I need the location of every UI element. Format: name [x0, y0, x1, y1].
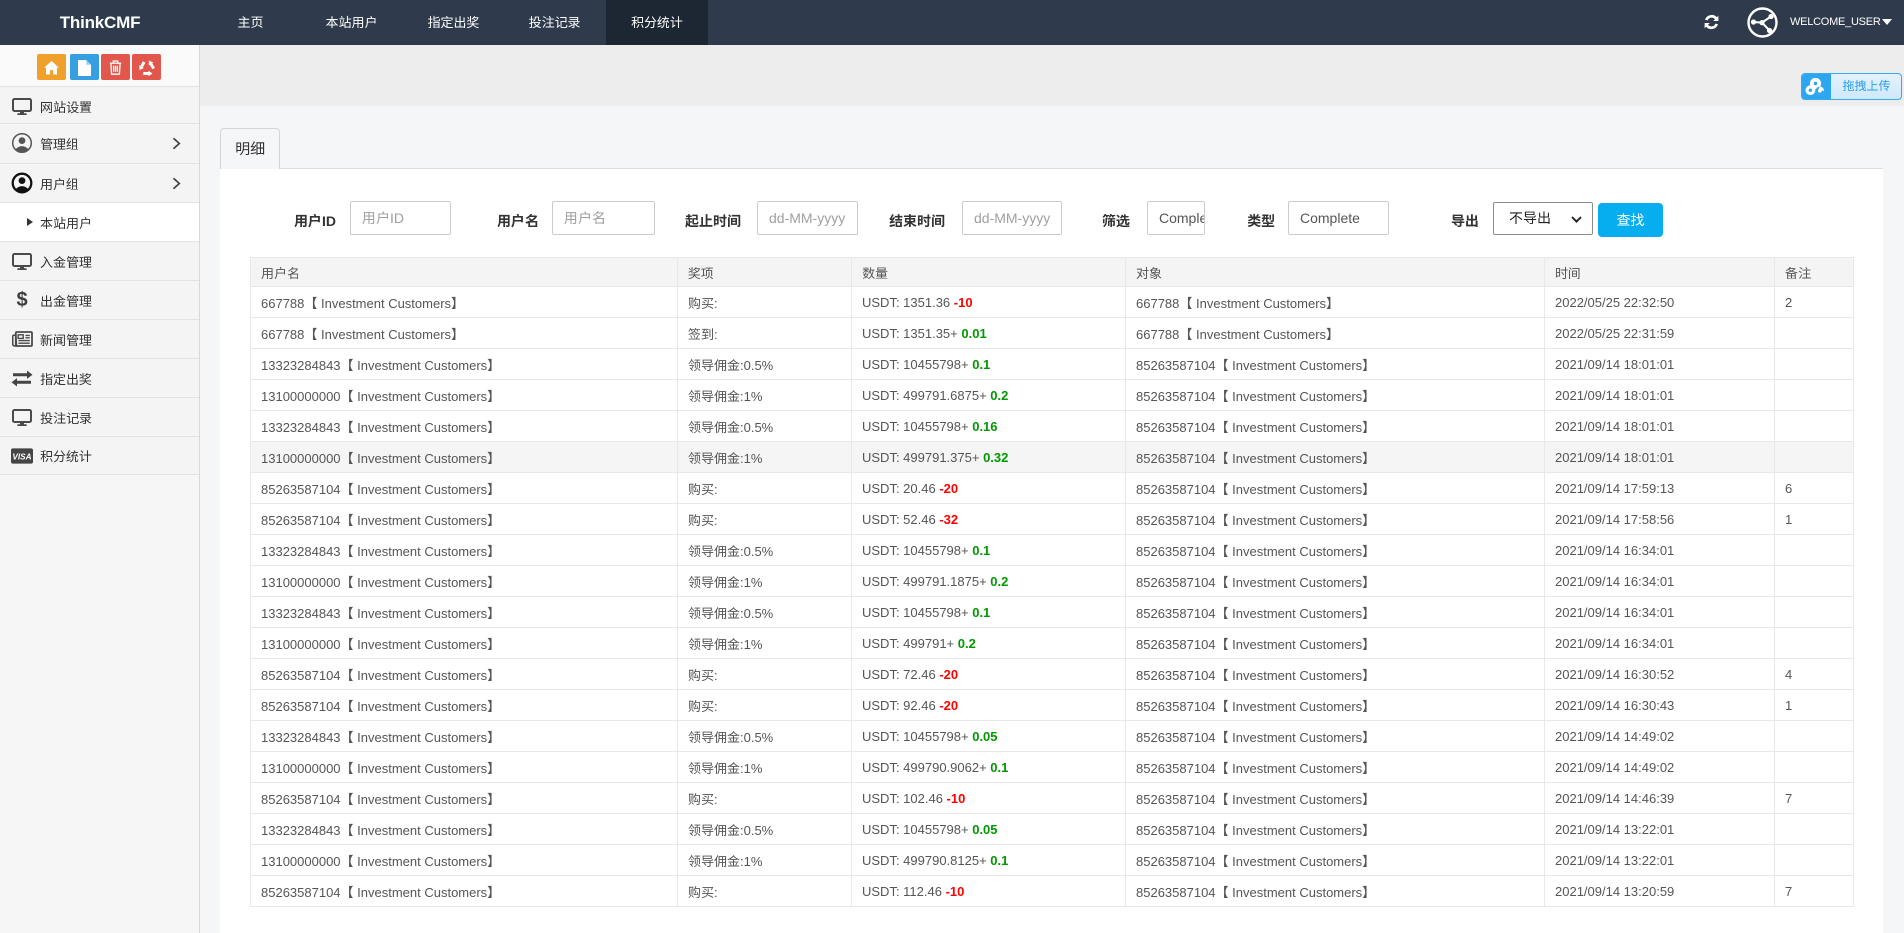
- svg-text:VISA: VISA: [12, 452, 31, 461]
